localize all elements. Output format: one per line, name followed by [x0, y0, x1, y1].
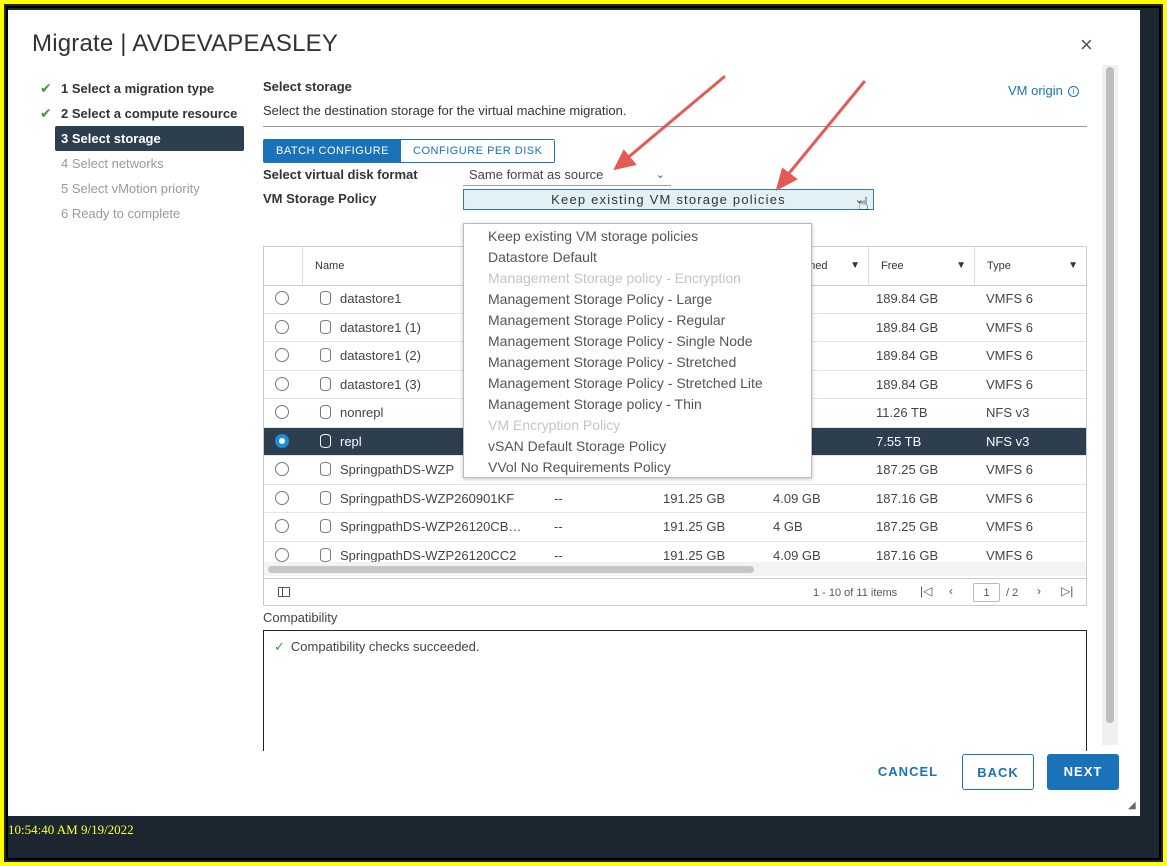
- annotation-arrow: [784, 80, 866, 179]
- annotation-arrow: [623, 75, 726, 162]
- annotation-arrows: [613, 75, 866, 191]
- annotation-arrowhead: [775, 167, 798, 191]
